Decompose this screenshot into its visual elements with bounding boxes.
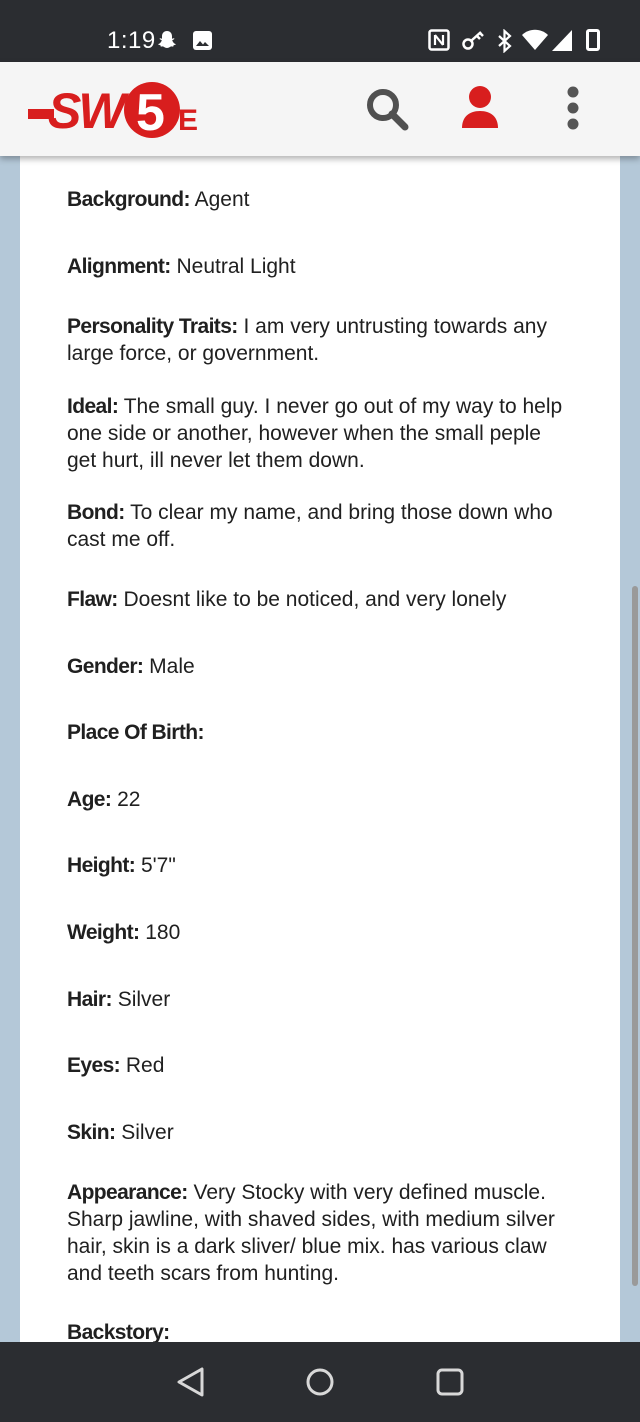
field-label: Weight: xyxy=(67,921,140,944)
photo-icon xyxy=(193,31,212,50)
vpn-key-icon xyxy=(462,31,484,50)
sw5e-logo[interactable]: SW 5 E xyxy=(28,72,198,144)
field-value: To clear my name, and bring those down w… xyxy=(67,501,553,551)
field-skin: Skin: Silver xyxy=(67,1119,567,1146)
field-value: Silver xyxy=(121,1121,174,1144)
user-icon[interactable] xyxy=(453,82,507,136)
field-label: Personality Traits: xyxy=(67,315,238,338)
home-icon[interactable] xyxy=(302,1364,338,1400)
svg-text:E: E xyxy=(178,104,198,137)
field-personality-traits: Personality Traits: I am very untrusting… xyxy=(67,313,567,367)
wifi-icon xyxy=(522,29,548,50)
field-ideal: Ideal: The small guy. I never go out of … xyxy=(67,393,567,474)
nfc-icon xyxy=(428,29,450,51)
field-hair: Hair: Silver xyxy=(67,986,567,1013)
field-label: Gender: xyxy=(67,655,144,678)
field-label: Skin: xyxy=(67,1121,116,1144)
field-value: Neutral Light xyxy=(176,255,296,278)
scrollbar[interactable] xyxy=(632,586,638,1286)
back-icon[interactable] xyxy=(172,1364,208,1400)
field-label: Backstory: xyxy=(67,1321,170,1342)
recents-icon[interactable] xyxy=(432,1364,468,1400)
field-gender: Gender: Male xyxy=(67,653,567,680)
status-time: 1:19 xyxy=(107,27,156,54)
battery-icon xyxy=(586,29,600,51)
field-label: Alignment: xyxy=(67,255,171,278)
field-age: Age: 22 xyxy=(67,786,567,813)
field-alignment: Alignment: Neutral Light xyxy=(67,253,567,280)
field-label: Background: xyxy=(67,188,191,211)
search-icon[interactable] xyxy=(360,82,414,136)
field-appearance: Appearance: Very Stocky with very define… xyxy=(67,1179,567,1287)
field-label: Height: xyxy=(67,854,136,877)
field-place-of-birth: Place Of Birth: xyxy=(67,719,567,746)
field-value: Agent xyxy=(194,188,250,211)
field-label: Appearance: xyxy=(67,1181,188,1204)
field-bond: Bond: To clear my name, and bring those … xyxy=(67,499,567,553)
status-bar: 1:19 xyxy=(0,0,640,62)
field-value: The small guy. I never go out of my way … xyxy=(67,395,563,472)
field-label: Age: xyxy=(67,788,112,811)
field-label: Eyes: xyxy=(67,1054,121,1077)
field-value: Male xyxy=(149,655,195,678)
character-details: Background: Agent Alignment: Neutral Lig… xyxy=(20,156,620,1342)
svg-text:SW: SW xyxy=(48,83,129,139)
field-flaw: Flaw: Doesnt like to be noticed, and ver… xyxy=(67,586,567,613)
field-value: 5'7" xyxy=(140,854,176,877)
field-value: Doesnt like to be noticed, and very lone… xyxy=(123,588,507,611)
field-value: 180 xyxy=(145,921,181,944)
field-value: Red xyxy=(125,1054,165,1077)
field-background: Background: Agent xyxy=(67,186,567,213)
field-value: 22 xyxy=(117,788,141,811)
field-backstory: Backstory: xyxy=(67,1319,567,1342)
field-height: Height: 5'7" xyxy=(67,852,567,879)
snapchat-icon xyxy=(158,31,176,48)
field-label: Place Of Birth: xyxy=(67,721,204,744)
field-label: Bond: xyxy=(67,501,125,524)
field-eyes: Eyes: Red xyxy=(67,1052,567,1079)
field-value: Silver xyxy=(117,988,171,1011)
field-label: Flaw: xyxy=(67,588,118,611)
bluetooth-icon xyxy=(498,29,512,53)
cellular-signal-icon xyxy=(552,30,572,51)
field-label: Hair: xyxy=(67,988,112,1011)
more-vert-icon[interactable] xyxy=(546,82,600,136)
field-label: Ideal: xyxy=(67,395,119,418)
svg-text:5: 5 xyxy=(136,84,165,142)
navigation-bar xyxy=(0,1342,640,1422)
app-header: SW 5 E xyxy=(0,62,640,156)
field-weight: Weight: 180 xyxy=(67,919,567,946)
